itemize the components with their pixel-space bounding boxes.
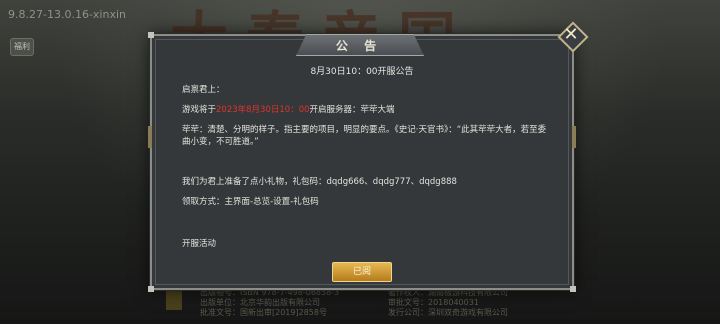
close-icon[interactable]: ✕ (560, 24, 582, 46)
server-name-quote: 荦荦：清楚、分明的样子。指主要的项目，明显的要点。《史记·天官书》：“此其荦荦大… (182, 125, 547, 147)
footer-line: 审批文号：2018040031 (388, 298, 479, 307)
rating-badge-icon (166, 290, 182, 310)
gift-code-text: 我们为君上准备了点小礼物，礼包码：dqdg666、dqdg777、dqdg888 (182, 177, 457, 187)
side-ornament (572, 126, 576, 148)
side-ornament (148, 126, 152, 148)
server-time: 2023年8月30日10：00 (216, 105, 310, 115)
footer-right-info: 著作权人：湖南极游科技有限公司 审批文号：2018040031 发行公司：深圳双… (388, 288, 508, 318)
footer-left-info: 出版物号：ISBN 978-7-498-06858-3 出版单位：北京华韵出版有… (200, 288, 339, 318)
welfare-button[interactable]: 福利 (10, 38, 34, 56)
copyright-footer: 出版物号：ISBN 978-7-498-06858-3 出版单位：北京华韵出版有… (160, 284, 580, 324)
corner-ornament (148, 286, 154, 292)
server-open-text: 游戏将于2023年8月30日10：00开启服务器：荦荦大端 (182, 104, 395, 116)
footer-line: 发行公司：深圳双奇游戏有限公司 (388, 308, 508, 317)
server-prefix: 游戏将于 (182, 105, 217, 115)
dialog-title: 公 告 (335, 39, 383, 53)
announcement-subtitle: 8月30日10：00开服公告 (310, 67, 414, 77)
corner-ornament (570, 286, 576, 292)
dialog-header: 公 告 (152, 34, 572, 56)
server-suffix: 开启服务器：荦荦大端 (309, 105, 395, 115)
footer-line: 出版单位：北京华韵出版有限公司 (200, 298, 320, 307)
redeem-method-text: 领取方式：主界面-总览-设置-礼包码 (182, 197, 319, 207)
footer-line: 批准文号：国新出审[2019]2858号 (200, 308, 327, 317)
version-label: 9.8.27-13.0.16-xinxin (8, 8, 126, 21)
greeting-text: 启禀君上： (182, 85, 225, 95)
announcement-dialog: 公 告 ✕ 8月30日10：00开服公告 启禀君上： 游戏将于2023年8月30… (148, 21, 589, 292)
event-heading: 开服活动 (182, 239, 217, 249)
confirm-read-button[interactable]: 已阅 (332, 262, 392, 282)
